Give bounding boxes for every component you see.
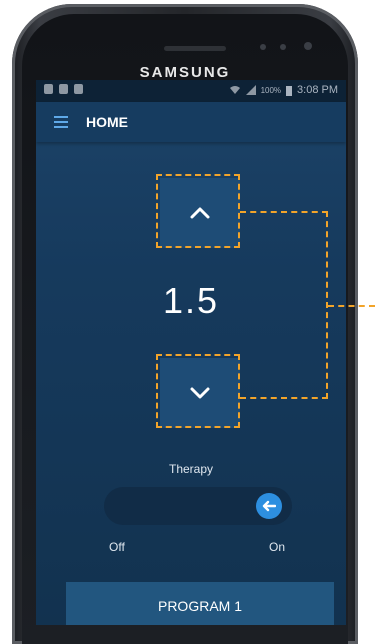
annotation-line bbox=[240, 397, 328, 399]
device-brand: SAMSUNG bbox=[139, 64, 231, 81]
arrow-left-icon bbox=[262, 500, 276, 512]
app-screen: 100% 3:08 PM HOME 1.5 Therapy Off On PRO… bbox=[36, 80, 346, 625]
hamburger-menu-icon[interactable] bbox=[54, 116, 68, 128]
annotation-box-up bbox=[156, 174, 240, 248]
notification-icons bbox=[44, 84, 83, 94]
sensor-dot bbox=[260, 44, 266, 50]
therapy-toggle[interactable] bbox=[104, 487, 292, 525]
notification-icon bbox=[44, 84, 53, 94]
status-bar: 100% 3:08 PM bbox=[36, 80, 346, 102]
therapy-label: Therapy bbox=[168, 462, 214, 476]
toggle-knob[interactable] bbox=[256, 493, 282, 519]
signal-icon bbox=[245, 85, 256, 95]
wifi-icon bbox=[229, 86, 240, 94]
program-button[interactable]: PROGRAM 1 bbox=[66, 582, 334, 625]
annotation-line bbox=[240, 211, 328, 213]
front-camera bbox=[304, 42, 312, 50]
annotation-box-down bbox=[156, 354, 240, 428]
setting-value: 1.5 bbox=[162, 280, 220, 321]
shield-icon bbox=[59, 84, 68, 94]
status-indicators: 100% 3:08 PM bbox=[229, 84, 338, 96]
annotation-line bbox=[328, 305, 375, 307]
clock: 3:08 PM bbox=[297, 84, 338, 96]
battery-icon bbox=[286, 85, 293, 96]
battery-percent: 100% bbox=[260, 85, 282, 95]
toggle-off-label: Off bbox=[109, 540, 125, 554]
earpiece-speaker bbox=[164, 46, 226, 51]
sensor-dot bbox=[280, 44, 286, 50]
page-title: HOME bbox=[86, 114, 128, 130]
notification-icon bbox=[74, 84, 83, 94]
toggle-on-label: On bbox=[269, 540, 286, 554]
app-bar: HOME bbox=[36, 102, 346, 142]
